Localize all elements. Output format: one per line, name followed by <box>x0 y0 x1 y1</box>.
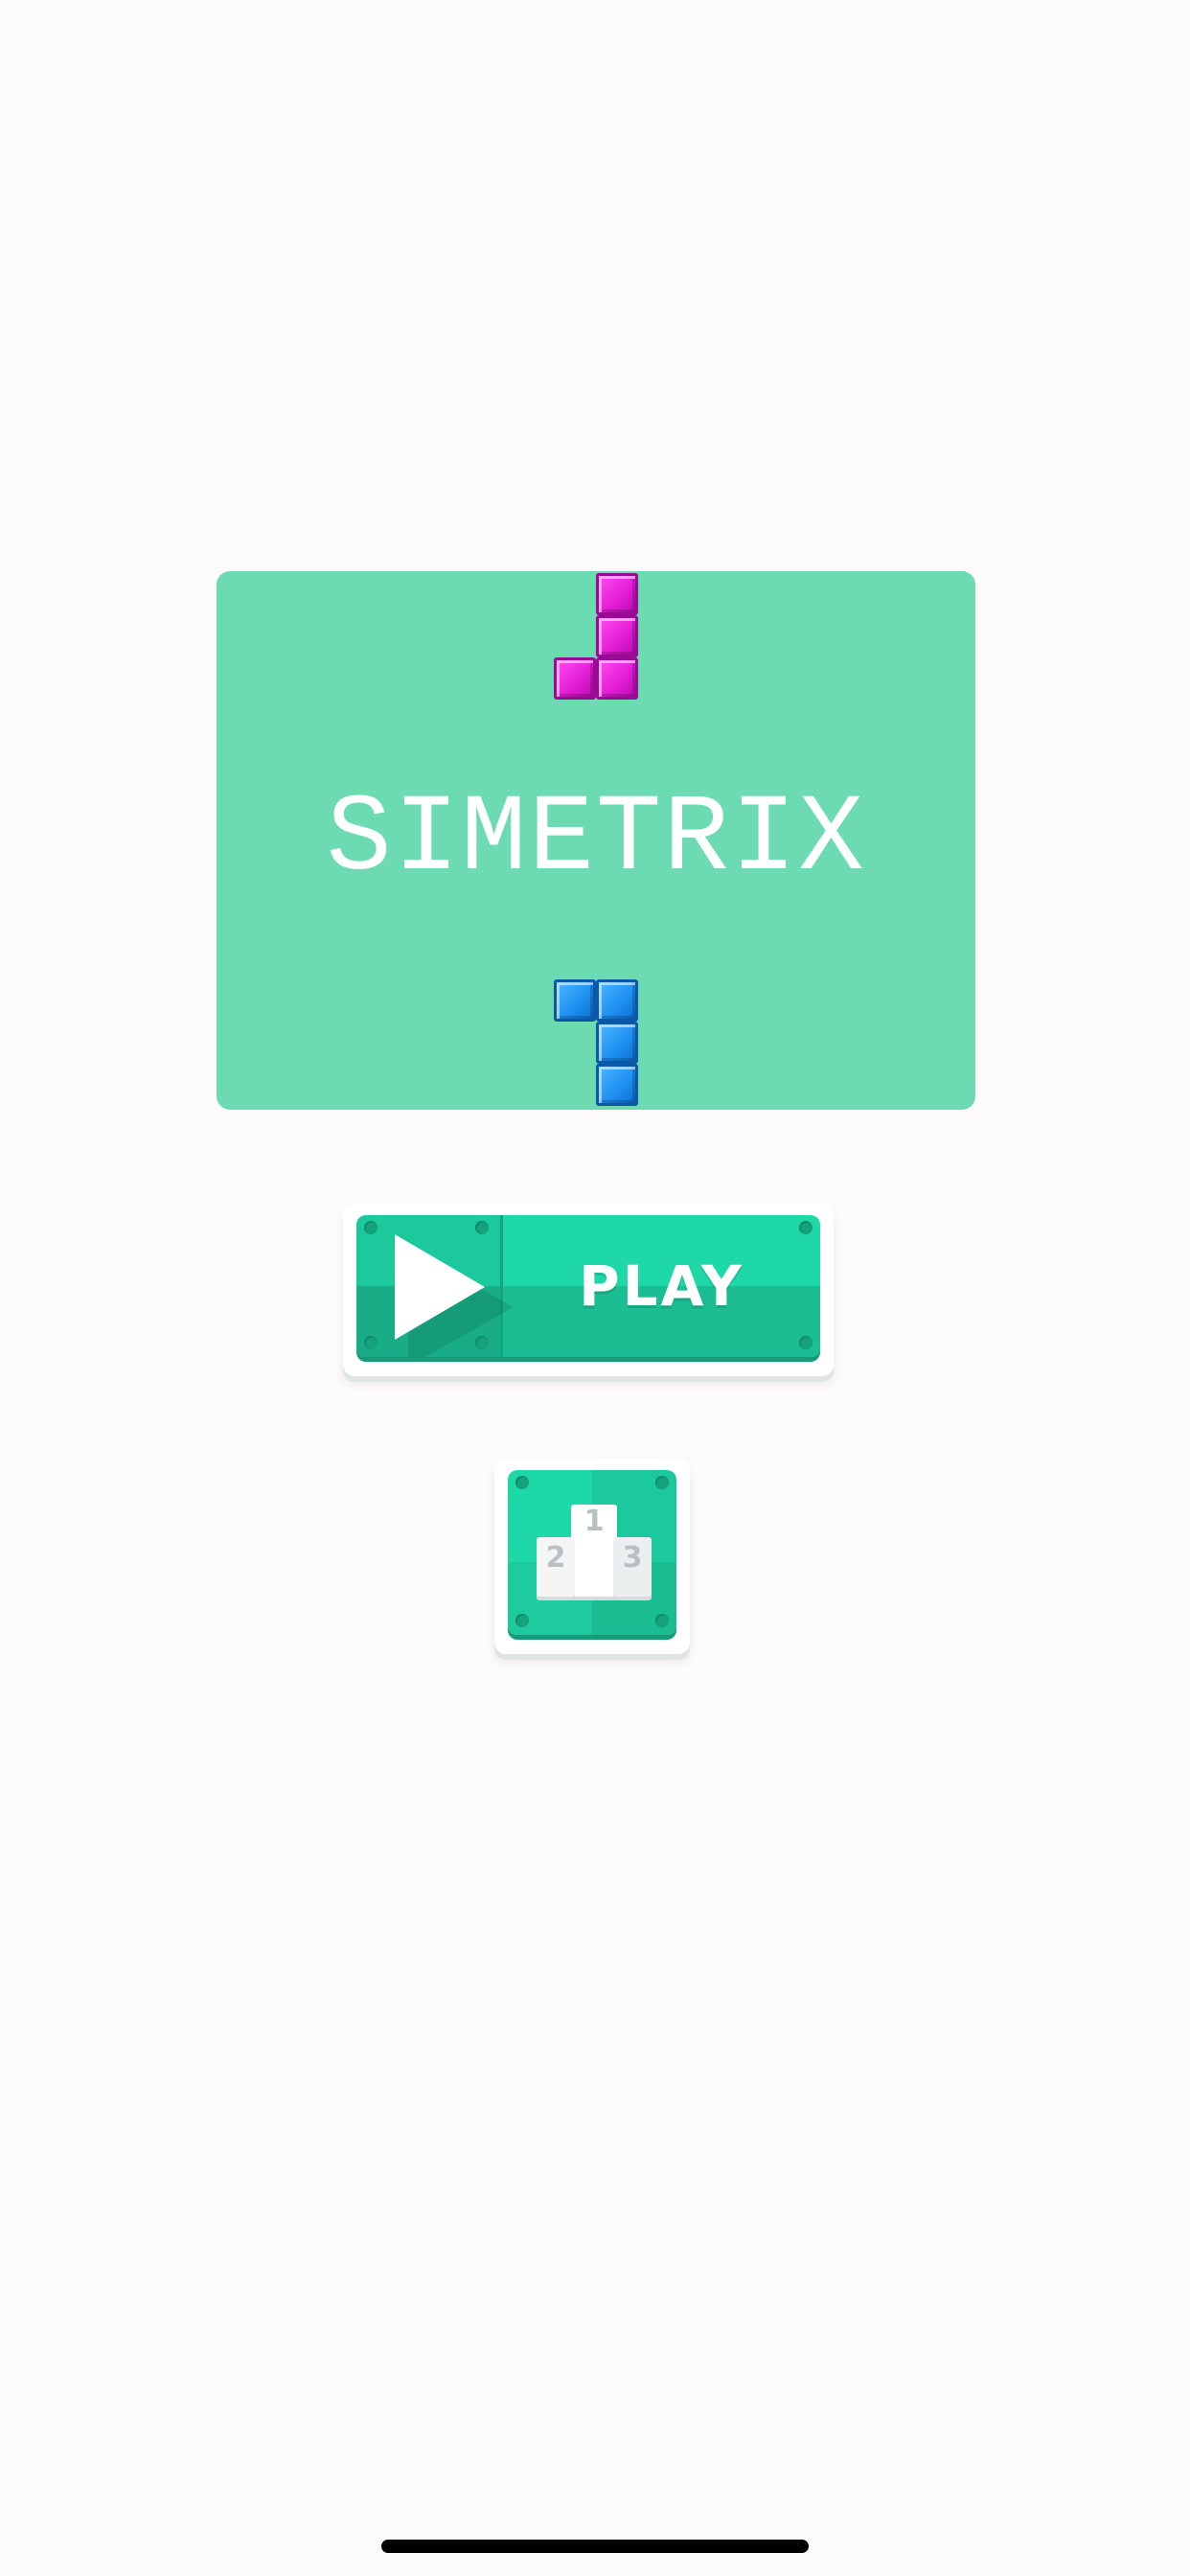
rivet-icon <box>475 1221 489 1234</box>
leaderboard-button[interactable]: 1 2 3 <box>494 1459 690 1654</box>
rivet-icon <box>655 1614 669 1627</box>
play-icon-panel <box>356 1215 514 1357</box>
rivet-icon <box>799 1221 812 1234</box>
play-triangle-icon <box>395 1234 485 1340</box>
blue-block <box>596 1064 638 1106</box>
podium-third-place: 3 <box>613 1537 652 1597</box>
rivet-icon <box>515 1476 529 1489</box>
rivet-icon <box>364 1221 378 1234</box>
home-indicator[interactable] <box>381 2540 809 2553</box>
title-card: SIMETRIX <box>217 571 975 1110</box>
rivet-icon <box>364 1336 378 1349</box>
blue-block <box>596 979 638 1022</box>
rivet-icon <box>655 1476 669 1489</box>
play-button[interactable]: PLAY <box>343 1204 834 1376</box>
leaderboard-button-face: 1 2 3 <box>508 1470 676 1635</box>
rivet-icon <box>475 1336 489 1349</box>
rivet-icon <box>799 1336 812 1349</box>
blue-block <box>554 979 596 1022</box>
blue-block <box>596 1022 638 1064</box>
podium-first-place: 1 <box>571 1505 617 1597</box>
play-button-label: PLAY <box>579 1254 744 1319</box>
podium-second-place: 2 <box>537 1537 575 1597</box>
main-menu-screen: SIMETRIX PLAY 1 2 3 <box>0 0 1190 2576</box>
rivet-icon <box>515 1614 529 1627</box>
play-button-face: PLAY <box>356 1215 820 1357</box>
